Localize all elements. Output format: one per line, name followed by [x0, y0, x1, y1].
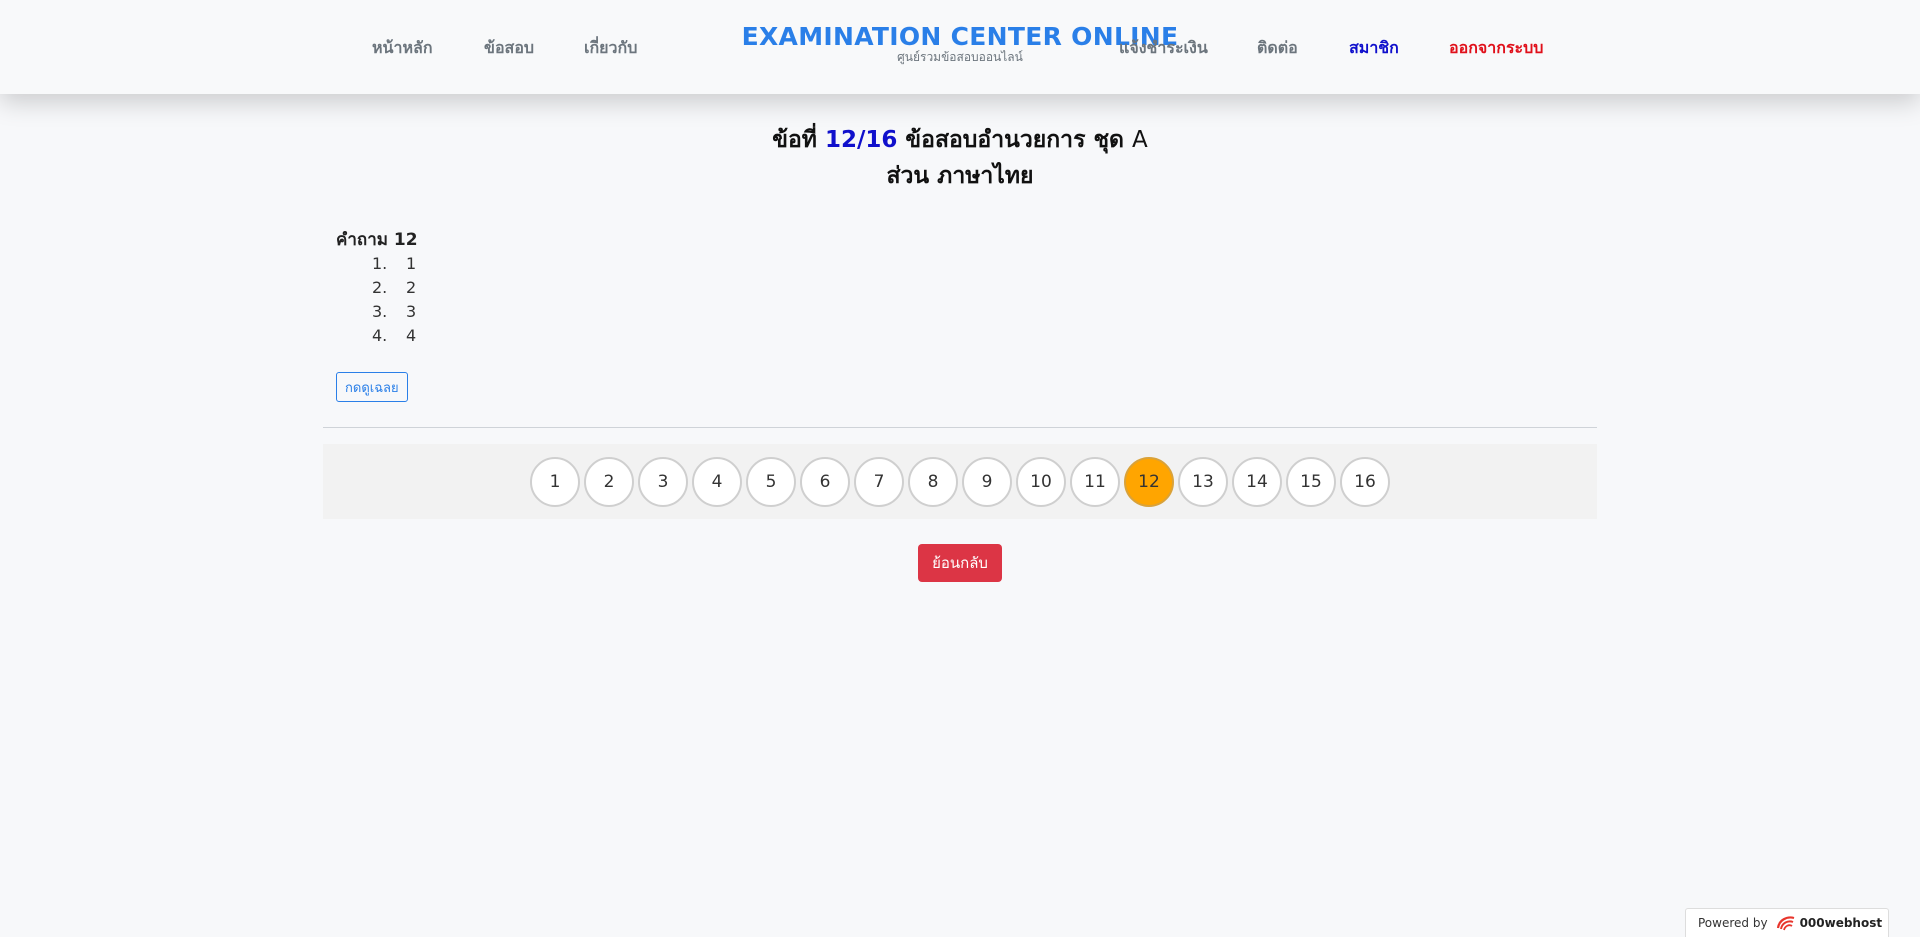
- page-button-4[interactable]: 4: [692, 456, 742, 507]
- choice-text: 3: [406, 302, 417, 321]
- page-button-5[interactable]: 5: [746, 456, 796, 507]
- choice-list: 1. 1 2. 2 3. 3 4. 4: [372, 252, 416, 348]
- page-button-16[interactable]: 16: [1340, 456, 1390, 507]
- powered-by-label: Powered by: [1698, 916, 1768, 930]
- nav-contact-link[interactable]: ติดต่อ: [1257, 36, 1298, 61]
- brand-title-link[interactable]: EXAMINATION CENTER ONLINE: [742, 22, 1179, 51]
- page-button-3[interactable]: 3: [638, 456, 688, 507]
- choice-item[interactable]: 1. 1: [372, 252, 416, 276]
- choice-item[interactable]: 3. 3: [372, 300, 416, 324]
- nav-logout-link[interactable]: ออกจากระบบ: [1449, 36, 1543, 61]
- question-prefix: ข้อที่: [772, 127, 817, 153]
- page-button-14[interactable]: 14: [1232, 456, 1282, 507]
- page-button-6[interactable]: 6: [800, 456, 850, 507]
- choice-number: 1.: [372, 254, 388, 273]
- question-label: คำถาม 12: [336, 230, 418, 250]
- page-button-11[interactable]: 11: [1070, 456, 1120, 507]
- nav-exams-link[interactable]: ข้อสอบ: [484, 36, 534, 61]
- choice-item[interactable]: 2. 2: [372, 276, 416, 300]
- page-button-9[interactable]: 9: [962, 456, 1012, 507]
- nav-member-link[interactable]: สมาชิก: [1349, 36, 1399, 61]
- question-pagination: 1 2 3 4 5 6 7 8 9 10 11 12 13 14 15 16: [323, 444, 1597, 519]
- page-button-7[interactable]: 7: [854, 456, 904, 507]
- page-button-13[interactable]: 13: [1178, 456, 1228, 507]
- nav-payment-link[interactable]: แจ้งชำระเงิน: [1119, 36, 1208, 61]
- nav-home-link[interactable]: หน้าหลัก: [372, 36, 433, 61]
- exam-title-line: ข้อที่ 12/16 ข้อสอบอำนวยการ ชุด A: [0, 122, 1920, 158]
- nav-about-link[interactable]: เกี่ยวกับ: [584, 36, 637, 61]
- choice-number: 2.: [372, 278, 388, 297]
- page-button-10[interactable]: 10: [1016, 456, 1066, 507]
- choice-text: 4: [406, 326, 417, 345]
- choice-number: 4.: [372, 326, 388, 345]
- exam-section: ส่วน ภาษาไทย: [886, 163, 1034, 189]
- exam-set-letter: A: [1132, 127, 1148, 153]
- top-navbar: หน้าหลัก ข้อสอบ เกี่ยวกับ EXAMINATION CE…: [0, 0, 1920, 94]
- webhost-logo-icon: [1775, 914, 1797, 932]
- page-button-2[interactable]: 2: [584, 456, 634, 507]
- webhost-brand: 000webhost: [1799, 916, 1883, 930]
- page-button-15[interactable]: 15: [1286, 456, 1336, 507]
- choice-text: 2: [406, 278, 417, 297]
- exam-heading: ข้อที่ 12/16 ข้อสอบอำนวยการ ชุด A ส่วน ภ…: [0, 122, 1920, 194]
- exam-name: ข้อสอบอำนวยการ ชุด: [905, 127, 1124, 153]
- choice-number: 3.: [372, 302, 388, 321]
- brand: EXAMINATION CENTER ONLINE ศูนย์รวมข้อสอบ…: [0, 22, 1920, 67]
- choice-text: 1: [406, 254, 417, 273]
- page-button-1[interactable]: 1: [530, 456, 580, 507]
- back-button[interactable]: ย้อนกลับ: [918, 544, 1002, 582]
- choice-item[interactable]: 4. 4: [372, 324, 416, 348]
- page-button-12[interactable]: 12: [1124, 456, 1174, 507]
- divider: [323, 427, 1597, 428]
- show-answer-button[interactable]: กดดูเฉลย: [336, 372, 408, 402]
- page-button-8[interactable]: 8: [908, 456, 958, 507]
- powered-by-badge[interactable]: Powered by 000webhost: [1685, 908, 1889, 937]
- question-counter: 12/16: [824, 127, 898, 153]
